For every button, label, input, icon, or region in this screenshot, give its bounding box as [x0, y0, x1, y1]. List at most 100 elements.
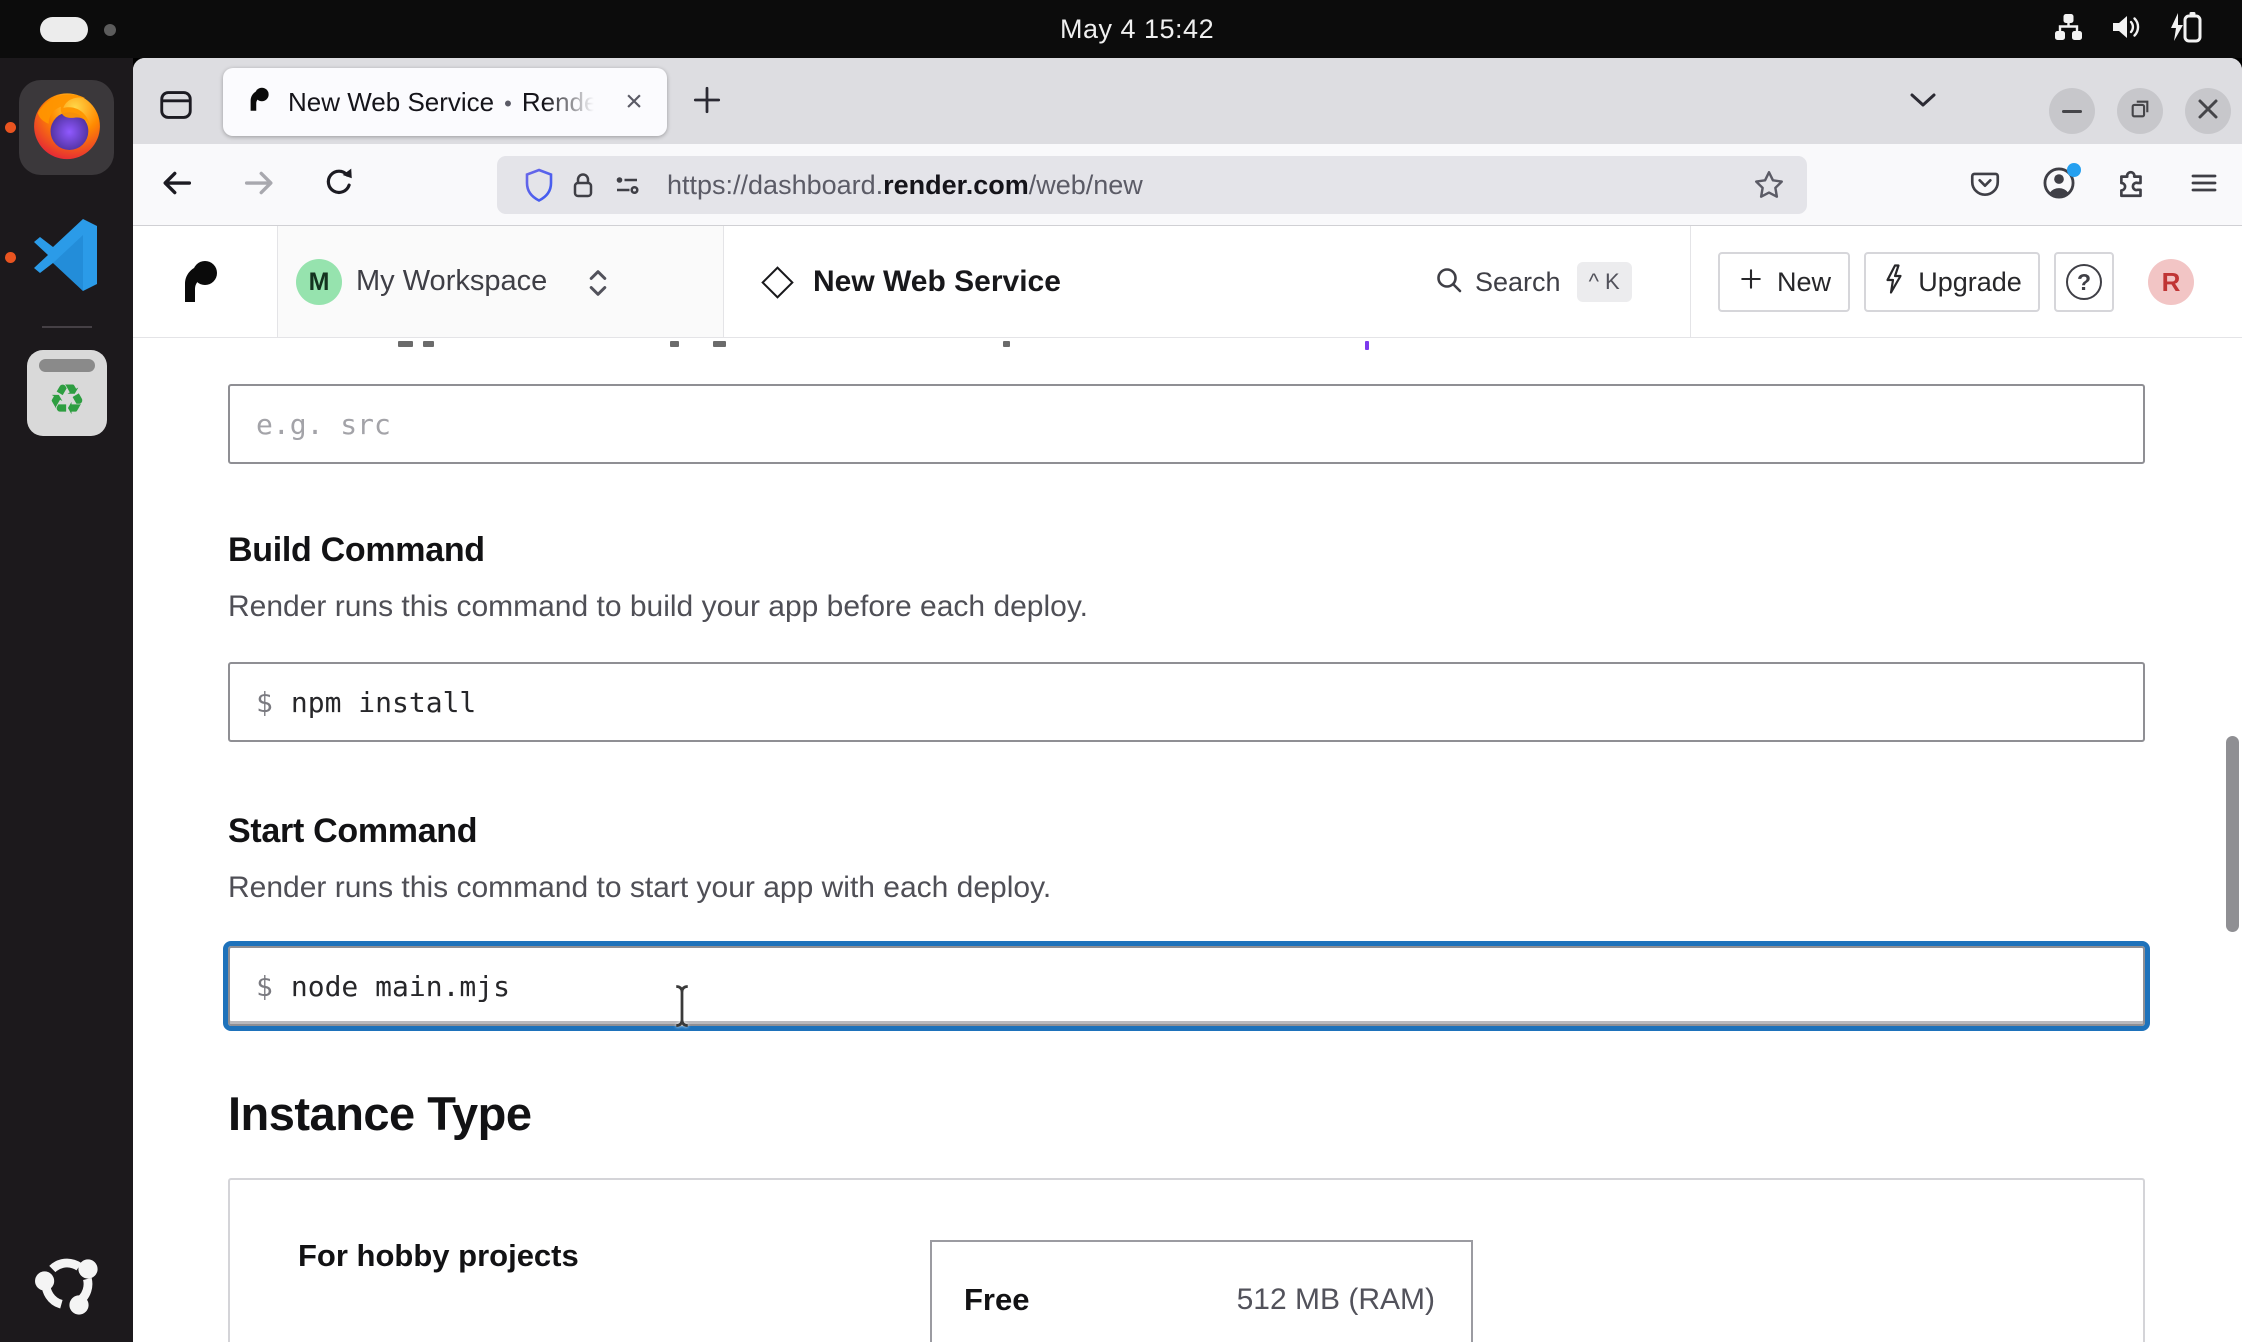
page-title: New Web Service — [813, 226, 1061, 337]
scrollbar-thumb[interactable] — [2226, 736, 2239, 932]
network-icon — [2052, 11, 2084, 48]
start-command-heading: Start Command — [228, 812, 477, 851]
chevron-down-icon — [1908, 90, 1938, 115]
question-mark-icon: ? — [2066, 264, 2102, 300]
volume-icon — [2110, 11, 2142, 48]
instance-type-card: For hobby projects Free 512 MB (RAM) — [228, 1178, 2145, 1342]
dock-item-vscode[interactable] — [26, 216, 108, 298]
list-all-tabs-button[interactable] — [1901, 82, 1945, 122]
minimize-icon — [2062, 110, 2082, 113]
dock-item-firefox[interactable] — [19, 80, 114, 175]
start-command-value: node main.mjs — [291, 970, 510, 1003]
hamburger-icon — [2188, 167, 2220, 204]
dock-item-trash[interactable]: ♻ — [27, 350, 107, 436]
workspace-indicator-dot[interactable] — [104, 24, 116, 36]
hobby-projects-label: For hobby projects — [298, 1238, 579, 1274]
reload-button[interactable] — [315, 161, 363, 209]
screen: May 4 15:42 — [0, 0, 2242, 1342]
upgrade-button[interactable]: Upgrade — [1864, 252, 2040, 312]
show-apps-button[interactable] — [29, 1248, 105, 1324]
lock-icon[interactable] — [561, 163, 605, 207]
back-button[interactable] — [153, 161, 201, 209]
build-command-value: npm install — [291, 686, 476, 719]
dock-divider — [42, 326, 92, 328]
account-notification-dot — [2067, 163, 2081, 177]
build-command-input[interactable]: $ npm install — [228, 662, 2145, 742]
free-plan-option[interactable]: Free 512 MB (RAM) — [930, 1240, 1473, 1342]
url-text[interactable]: https://dashboard.render.com/web/new — [667, 170, 1747, 201]
start-command-input[interactable]: $ node main.mjs — [228, 946, 2145, 1026]
render-logo-icon[interactable] — [175, 258, 223, 306]
minimize-button[interactable] — [2049, 88, 2095, 134]
chevron-up-down-icon — [586, 266, 610, 305]
plan-name: Free — [964, 1282, 1029, 1318]
battery-charging-icon — [2168, 11, 2204, 48]
menu-button[interactable] — [2180, 161, 2228, 209]
dock: ♻ — [0, 58, 133, 1342]
search-shortcut-kbd: ^ K — [1577, 262, 1632, 302]
restore-icon — [2127, 96, 2153, 127]
back-icon — [159, 165, 195, 206]
plus-icon — [1737, 265, 1765, 300]
forward-icon — [241, 165, 277, 206]
start-command-description: Render runs this command to start your a… — [228, 871, 1051, 905]
navigation-toolbar: https://dashboard.render.com/web/new — [133, 144, 2242, 226]
close-window-button[interactable] — [2185, 88, 2231, 134]
service-diamond-icon — [761, 266, 794, 299]
build-command-heading: Build Command — [228, 531, 485, 570]
pocket-icon — [1968, 166, 2002, 205]
plan-ram: 512 MB (RAM) — [1237, 1283, 1435, 1317]
firefox-view-icon — [157, 86, 195, 129]
restore-button[interactable] — [2117, 88, 2163, 134]
help-button[interactable]: ? — [2054, 252, 2114, 312]
root-directory-input[interactable]: e.g. src — [228, 384, 2145, 464]
permissions-icon[interactable] — [605, 163, 649, 207]
vscode-icon — [27, 215, 107, 300]
forward-button[interactable] — [235, 161, 283, 209]
search-icon — [1433, 264, 1465, 301]
browser-window: New Web Service•Render × — [133, 58, 2242, 1342]
workspace-indicator-pill[interactable] — [40, 17, 88, 42]
page-content: e.g. src Build Command Render runs this … — [133, 338, 2242, 1342]
tab-title-fade — [545, 74, 615, 130]
new-tab-button[interactable] — [685, 80, 729, 124]
firefox-icon — [28, 86, 106, 169]
lightning-bolt-icon — [1882, 263, 1906, 302]
shell-prompt: $ — [256, 686, 273, 719]
vscode-running-dot — [5, 252, 16, 263]
firefox-running-dot — [5, 122, 16, 133]
account-button[interactable] — [2035, 161, 2083, 209]
new-button[interactable]: New — [1718, 252, 1850, 312]
system-status-icons[interactable] — [2052, 0, 2204, 58]
clipped-text-remnant — [228, 341, 2242, 351]
user-avatar[interactable]: R — [2148, 259, 2194, 305]
tab-bar: New Web Service•Render × — [133, 58, 2242, 144]
system-top-bar: May 4 15:42 — [0, 0, 2242, 58]
render-header: M My Workspace New Web Service Search ^ … — [133, 226, 2242, 338]
bookmark-star-icon[interactable] — [1747, 163, 1791, 207]
active-tab[interactable]: New Web Service•Render × — [223, 68, 667, 136]
pocket-button[interactable] — [1961, 161, 2009, 209]
instance-type-heading: Instance Type — [228, 1086, 531, 1141]
workspace-avatar: M — [296, 259, 342, 305]
extensions-button[interactable] — [2108, 161, 2156, 209]
workspace-selector[interactable]: M My Workspace — [278, 226, 723, 337]
reload-icon — [322, 166, 356, 205]
search-label: Search — [1475, 267, 1561, 298]
build-command-description: Render runs this command to build your a… — [228, 590, 1088, 624]
recycle-icon: ♻ — [48, 379, 86, 421]
puzzle-icon — [2115, 166, 2149, 205]
close-icon — [2196, 97, 2220, 126]
search-button[interactable]: Search ^ K — [1433, 254, 1632, 310]
trash-lid — [39, 359, 95, 372]
workspace-name: My Workspace — [356, 226, 547, 337]
shell-prompt: $ — [256, 970, 273, 1003]
render-favicon — [245, 86, 272, 118]
clock[interactable]: May 4 15:42 — [1060, 0, 1214, 58]
tab-close-button[interactable]: × — [617, 85, 651, 119]
tracking-protection-shield-icon[interactable] — [517, 163, 561, 207]
url-bar[interactable]: https://dashboard.render.com/web/new — [497, 156, 1807, 214]
plus-icon — [690, 83, 724, 122]
header-divider — [1690, 226, 1691, 337]
firefox-view-button[interactable] — [155, 86, 197, 128]
